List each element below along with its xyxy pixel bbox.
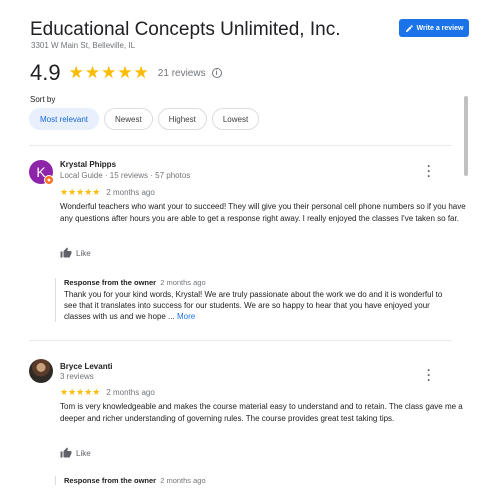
average-rating: 4.9: [30, 60, 61, 85]
more-link[interactable]: More: [177, 312, 195, 321]
reviewer-name[interactable]: Krystal Phipps: [60, 160, 116, 169]
like-button[interactable]: Like: [60, 447, 91, 459]
write-review-label: Write a review: [416, 24, 464, 32]
rating-stars: ★★★★★: [68, 63, 150, 82]
review-count: 21 reviews: [157, 67, 206, 79]
review-card: K ★ Krystal Phipps Local Guide · 15 revi…: [29, 160, 466, 335]
owner-response-date: 2 months ago: [160, 278, 206, 287]
info-icon[interactable]: i: [211, 68, 222, 78]
write-review-button[interactable]: Write a review: [399, 19, 469, 37]
avatar[interactable]: [29, 359, 53, 383]
review-text: Tom is very knowledgeable and makes the …: [60, 402, 463, 423]
thumbs-up-icon: [60, 447, 72, 458]
like-button[interactable]: Like: [60, 247, 91, 259]
sort-chip-lowest[interactable]: Lowest: [211, 108, 260, 130]
review-text: Wonderful teachers who want your to succ…: [60, 202, 466, 223]
review-card: Bryce Levanti 3 reviews · · · ★★★★★ 2 mont…: [29, 359, 463, 500]
owner-response: Response from the owner 2 months ago Tha…: [55, 278, 451, 322]
owner-response: Response from the owner 2 months ago: [55, 476, 451, 485]
sort-chip-newest[interactable]: Newest: [104, 108, 153, 130]
review-date: 2 months ago: [106, 188, 155, 197]
review-stars: ★★★★★: [60, 387, 101, 397]
owner-response-text: Thank you for your kind words, Krystal! …: [64, 290, 443, 321]
pencil-icon: [405, 24, 413, 32]
sort-chip-highest[interactable]: Highest: [157, 108, 207, 130]
owner-response-title: Response from the owner: [64, 278, 157, 287]
owner-response-title: Response from the owner: [64, 476, 157, 485]
divider: [29, 145, 452, 146]
review-rating: ★★★★★ 2 months ago: [60, 387, 155, 398]
divider: [29, 340, 452, 341]
sort-label: Sort by: [30, 95, 56, 104]
reviewer-meta: 3 reviews: [60, 372, 94, 381]
thumbs-up-icon: [60, 247, 72, 258]
review-stars: ★★★★★: [60, 187, 101, 197]
scrollbar[interactable]: [464, 96, 468, 176]
reviewer-meta: Local Guide · 15 reviews · 57 photos: [60, 171, 191, 180]
like-label: Like: [76, 248, 91, 258]
owner-response-date: 2 months ago: [160, 476, 206, 485]
sort-chip-most-relevant[interactable]: Most relevant: [29, 108, 100, 130]
review-rating: ★★★★★ 2 months ago: [60, 187, 155, 198]
reviewer-name[interactable]: Bryce Levanti: [60, 362, 112, 371]
local-guide-badge-icon: ★: [44, 175, 54, 185]
like-label: Like: [76, 448, 91, 458]
review-date: 2 months ago: [106, 388, 155, 397]
business-address: 3301 W Main St, Belleville, IL: [31, 41, 136, 50]
sort-options: Most relevant Newest Highest Lowest: [29, 108, 260, 130]
rating-summary: 4.9 ★★★★★ 21 reviews i: [30, 60, 222, 86]
more-options-icon[interactable]: · · ·: [425, 364, 433, 386]
business-name: Educational Concepts Unlimited, Inc.: [30, 19, 341, 40]
more-options-icon[interactable]: · · ·: [425, 160, 433, 182]
